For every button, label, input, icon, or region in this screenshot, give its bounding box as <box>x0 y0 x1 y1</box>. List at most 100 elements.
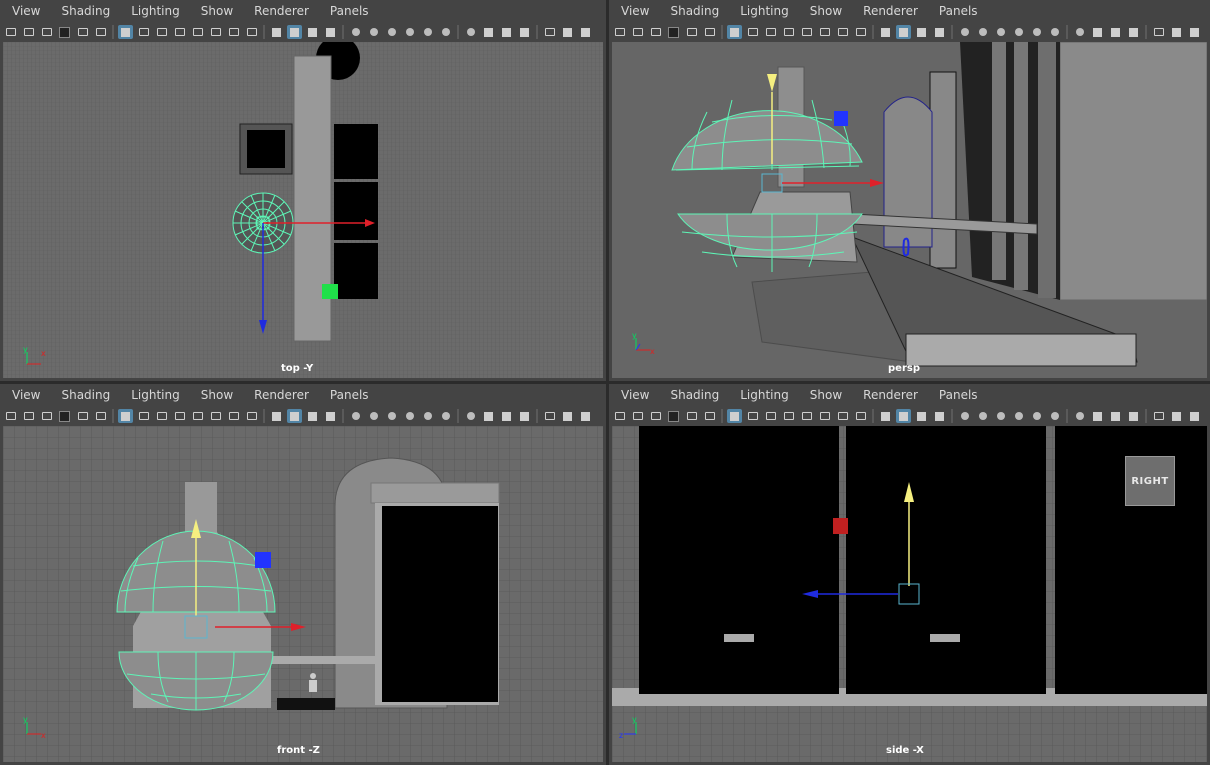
paint-icon[interactable] <box>727 409 742 423</box>
wire-on-shaded-icon[interactable] <box>914 409 929 423</box>
film-gate-icon[interactable] <box>763 25 778 39</box>
lighting-icon[interactable] <box>957 409 972 423</box>
paint-icon[interactable] <box>727 25 742 39</box>
camera-select-icon[interactable] <box>630 409 645 423</box>
panel-layout-icon[interactable] <box>1169 409 1184 423</box>
wireframe-icon[interactable] <box>269 25 284 39</box>
backface-icon[interactable] <box>1126 409 1141 423</box>
resolution-gate-icon[interactable] <box>172 25 187 39</box>
textured-icon[interactable] <box>323 409 338 423</box>
panel-layout-icon[interactable] <box>560 409 575 423</box>
menu-panels[interactable]: Panels <box>318 0 378 23</box>
viewport-panel-front[interactable]: View Shading Lighting Show Renderer Panels <box>0 384 606 765</box>
grid-icon[interactable] <box>745 409 760 423</box>
grid-icon[interactable] <box>136 409 151 423</box>
safe-title-icon[interactable] <box>244 25 259 39</box>
view-cube[interactable]: RIGHT <box>1125 456 1175 506</box>
menu-shading[interactable]: Shading <box>49 384 119 407</box>
panel-layout2-icon[interactable] <box>1187 25 1202 39</box>
film-gate-icon[interactable] <box>763 409 778 423</box>
xray-icon[interactable] <box>481 409 496 423</box>
xray-joints-icon[interactable] <box>1108 409 1123 423</box>
depth-of-field-icon[interactable] <box>438 25 453 39</box>
anti-alias-icon[interactable] <box>420 409 435 423</box>
menu-shading[interactable]: Shading <box>658 384 728 407</box>
depth-of-field-icon[interactable] <box>1047 409 1062 423</box>
menu-show[interactable]: Show <box>189 0 242 23</box>
wire-on-shaded-icon[interactable] <box>305 409 320 423</box>
menu-shading[interactable]: Shading <box>49 0 119 23</box>
camera-attr-icon[interactable] <box>39 25 54 39</box>
menu-view[interactable]: View <box>0 384 49 407</box>
safe-title-icon[interactable] <box>853 409 868 423</box>
safe-title-icon[interactable] <box>244 409 259 423</box>
menu-view[interactable]: View <box>0 0 49 23</box>
anti-alias-icon[interactable] <box>1029 409 1044 423</box>
safe-action-icon[interactable] <box>835 25 850 39</box>
menu-renderer[interactable]: Renderer <box>242 384 318 407</box>
gate-mask-icon[interactable] <box>190 25 205 39</box>
field-chart-icon[interactable] <box>208 25 223 39</box>
camera-icon[interactable] <box>612 25 627 39</box>
gate-mask-icon[interactable] <box>799 25 814 39</box>
panel-layout2-icon[interactable] <box>578 25 593 39</box>
paint-icon[interactable] <box>118 25 133 39</box>
menu-panels[interactable]: Panels <box>927 384 987 407</box>
wireframe-icon[interactable] <box>878 409 893 423</box>
bookmark-icon[interactable] <box>57 25 72 39</box>
viewport-canvas[interactable]: y x front -Z <box>3 426 603 762</box>
paint-icon[interactable] <box>118 409 133 423</box>
shadows-icon[interactable] <box>366 409 381 423</box>
textured-icon[interactable] <box>932 409 947 423</box>
field-chart-icon[interactable] <box>208 409 223 423</box>
camera-select-icon[interactable] <box>630 25 645 39</box>
bookmark-icon[interactable] <box>666 25 681 39</box>
ambient-occlusion-icon[interactable] <box>993 25 1008 39</box>
grid-icon[interactable] <box>136 25 151 39</box>
gate-mask-icon[interactable] <box>799 409 814 423</box>
select-icon[interactable] <box>1151 25 1166 39</box>
camera-track-icon[interactable] <box>93 25 108 39</box>
viewport-panel-persp[interactable]: View Shading Lighting Show Renderer Panels <box>609 0 1210 381</box>
ambient-occlusion-icon[interactable] <box>384 409 399 423</box>
resolution-gate-icon[interactable] <box>781 25 796 39</box>
camera-attr-icon[interactable] <box>39 409 54 423</box>
safe-title-icon[interactable] <box>853 25 868 39</box>
xray-joints-icon[interactable] <box>1108 25 1123 39</box>
camera-track-icon[interactable] <box>702 25 717 39</box>
camera-move-icon[interactable] <box>75 25 90 39</box>
xray-icon[interactable] <box>1090 25 1105 39</box>
camera-attr-icon[interactable] <box>648 409 663 423</box>
menu-renderer[interactable]: Renderer <box>242 0 318 23</box>
field-chart-icon[interactable] <box>817 409 832 423</box>
xray-icon[interactable] <box>1090 409 1105 423</box>
depth-of-field-icon[interactable] <box>438 409 453 423</box>
camera-track-icon[interactable] <box>702 409 717 423</box>
safe-action-icon[interactable] <box>226 409 241 423</box>
menu-lighting[interactable]: Lighting <box>728 384 798 407</box>
select-icon[interactable] <box>542 25 557 39</box>
shadows-icon[interactable] <box>975 25 990 39</box>
anti-alias-icon[interactable] <box>420 25 435 39</box>
film-gate-icon[interactable] <box>154 25 169 39</box>
isolate-icon[interactable] <box>463 25 478 39</box>
safe-action-icon[interactable] <box>835 409 850 423</box>
shadows-icon[interactable] <box>366 25 381 39</box>
viewport-panel-side[interactable]: View Shading Lighting Show Renderer Panels <box>609 384 1210 765</box>
camera-icon[interactable] <box>3 409 18 423</box>
panel-layout2-icon[interactable] <box>1187 409 1202 423</box>
menu-show[interactable]: Show <box>798 0 851 23</box>
backface-icon[interactable] <box>517 25 532 39</box>
anti-alias-icon[interactable] <box>1029 25 1044 39</box>
camera-select-icon[interactable] <box>21 25 36 39</box>
smooth-shade-icon[interactable] <box>287 409 302 423</box>
resolution-gate-icon[interactable] <box>172 409 187 423</box>
isolate-icon[interactable] <box>463 409 478 423</box>
grid-icon[interactable] <box>745 25 760 39</box>
camera-attr-icon[interactable] <box>648 25 663 39</box>
camera-select-icon[interactable] <box>21 409 36 423</box>
camera-move-icon[interactable] <box>684 25 699 39</box>
menu-renderer[interactable]: Renderer <box>851 0 927 23</box>
lighting-icon[interactable] <box>957 25 972 39</box>
menu-renderer[interactable]: Renderer <box>851 384 927 407</box>
